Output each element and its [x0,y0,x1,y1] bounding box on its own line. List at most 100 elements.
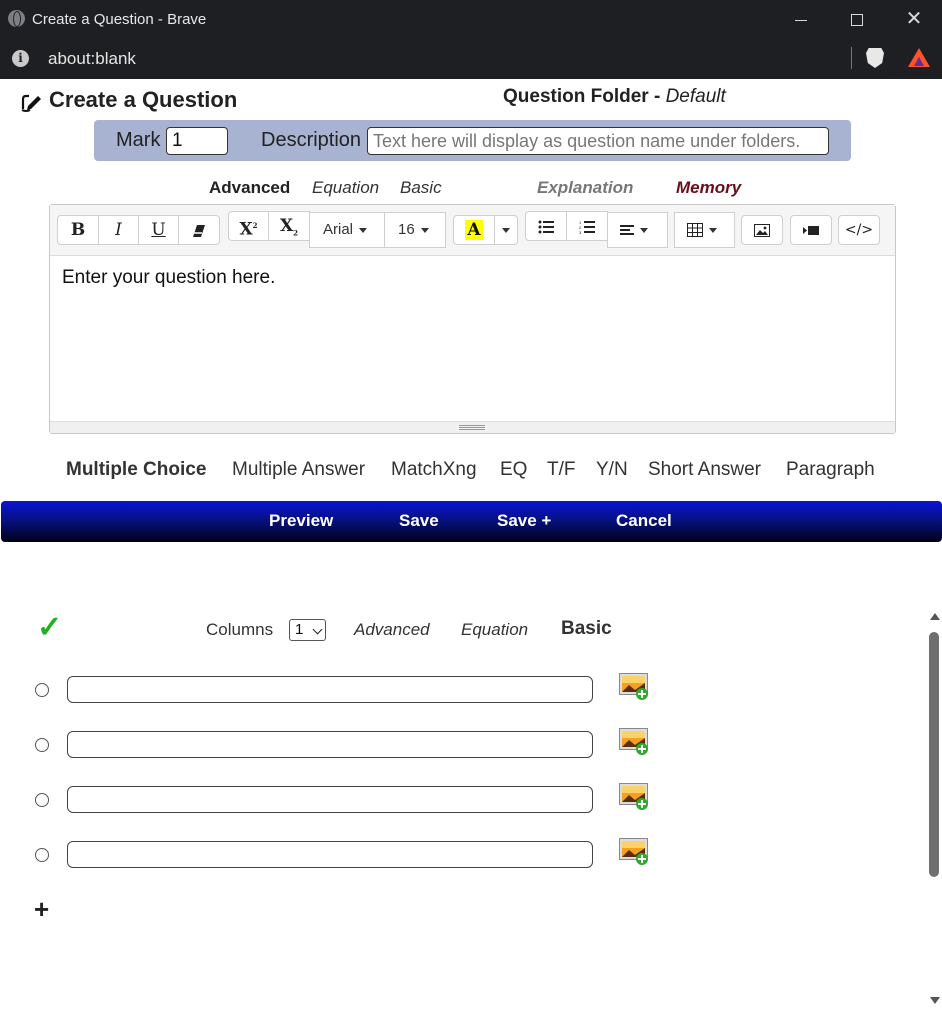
scroll-up-arrow[interactable] [930,613,940,620]
italic-button[interactable]: I [98,215,139,245]
mark-input[interactable] [166,127,228,155]
answer-tab-basic[interactable]: Basic [561,618,612,640]
underline-button[interactable]: U [138,215,179,245]
cancel-button[interactable]: Cancel [616,511,672,531]
answer-tab-equation[interactable]: Equation [461,620,528,640]
resize-grip-icon [459,425,485,430]
list-icon [538,220,554,234]
qtype-short-answer[interactable]: Short Answer [648,459,761,481]
close-window-button[interactable]: ✕ [886,0,942,38]
scrollbar-thumb[interactable] [929,632,939,877]
address-bar: i about:blank [0,38,942,79]
columns-label: Columns [206,620,274,639]
answer-tab-advanced[interactable]: Advanced [354,620,430,640]
url-field[interactable]: about:blank [48,49,136,69]
info-icon[interactable]: i [12,50,29,67]
qtype-matching[interactable]: MatchXng [391,459,477,481]
chevron-down-icon [420,227,429,233]
chevron-down-icon [640,227,648,233]
svg-text:3: 3 [579,230,582,234]
description-input[interactable] [367,127,829,155]
editor-resize-handle[interactable] [50,421,895,433]
answer-radio[interactable] [35,738,49,752]
answer-input[interactable] [67,841,593,868]
save-plus-button[interactable]: Save + [497,511,551,531]
table-icon [687,223,703,238]
tab-advanced[interactable]: Advanced [209,178,290,198]
brave-shields-icon[interactable] [866,48,884,68]
superscript-button[interactable]: X2 [228,211,269,241]
font-size-dropdown[interactable]: 16 [384,212,446,248]
answer-input[interactable] [67,786,593,813]
maximize-button[interactable] [829,0,885,38]
question-editor: B I U X2 X2 Arial 16 A 123 </> Enter you… [49,204,896,434]
answer-row [0,835,700,875]
answer-row [0,780,700,820]
answer-row [0,725,700,765]
mark-label: Mark [116,129,161,151]
browser-titlebar: Create a Question - Brave ✕ [0,0,942,38]
add-image-icon[interactable] [619,728,649,755]
ordered-list-button[interactable]: 123 [566,211,608,241]
answer-radio[interactable] [35,848,49,862]
chevron-down-icon [502,228,510,234]
font-color-button[interactable]: A [453,215,495,245]
qtype-multiple-answer[interactable]: Multiple Answer [232,459,365,481]
folder-value[interactable]: Default [666,86,726,107]
bold-button[interactable]: B [57,215,99,245]
font-color-dropdown[interactable] [494,215,518,245]
image-icon [754,224,770,238]
columns-select[interactable]: 1 [289,619,326,641]
qtype-multiple-choice[interactable]: Multiple Choice [66,459,206,481]
align-dropdown[interactable] [607,212,668,248]
description-label: Description [261,129,362,151]
page-content: Create a Question Question Folder - Defa… [0,79,942,1012]
chevron-down-icon [709,227,717,233]
insert-image-button[interactable] [741,215,783,245]
video-icon [803,226,819,236]
add-answer-button[interactable]: + [34,894,49,925]
qtype-eq[interactable]: EQ [500,459,527,481]
qtype-paragraph[interactable]: Paragraph [786,459,875,481]
answer-input[interactable] [67,731,593,758]
tab-basic[interactable]: Basic [400,178,442,198]
align-left-icon [620,225,634,236]
add-image-icon[interactable] [619,838,649,865]
font-size-value: 16 [398,221,415,238]
font-family-dropdown[interactable]: Arial [309,212,385,248]
editor-content[interactable]: Enter your question here. [62,267,275,289]
chevron-down-icon [312,624,323,635]
window-title: Create a Question - Brave [32,11,207,28]
action-bar: Preview Save Save + Cancel [1,501,942,542]
tab-memory[interactable]: Memory [676,178,741,198]
brave-rewards-icon[interactable] [908,48,930,67]
tab-equation[interactable]: Equation [312,178,379,198]
add-image-icon[interactable] [619,783,649,810]
mark-description-bar: Mark Description [94,120,851,161]
checkmark-icon: ✓ [37,611,63,644]
editor-toolbar: B I U X2 X2 Arial 16 A 123 </> [50,205,895,256]
qtype-true-false[interactable]: T/F [547,459,576,481]
font-color-label: A [465,220,483,240]
add-image-icon[interactable] [619,673,649,700]
answer-input[interactable] [67,676,593,703]
folder-label: Question Folder - [503,86,666,107]
eraser-button[interactable] [178,215,220,245]
answer-radio[interactable] [35,683,49,697]
unordered-list-button[interactable] [525,211,567,241]
answer-radio[interactable] [35,793,49,807]
code-view-button[interactable]: </> [838,215,880,245]
preview-button[interactable]: Preview [269,511,333,531]
numbered-list-icon: 123 [579,220,595,235]
save-button[interactable]: Save [399,511,439,531]
scroll-down-arrow[interactable] [930,997,940,1004]
qtype-yes-no[interactable]: Y/N [596,459,628,481]
table-dropdown[interactable] [674,212,735,248]
tab-explanation[interactable]: Explanation [537,178,633,198]
insert-video-button[interactable] [790,215,832,245]
eraser-icon [193,224,205,237]
minimize-button[interactable] [773,0,829,38]
subscript-button[interactable]: X2 [268,211,310,241]
globe-icon [8,10,25,27]
chevron-down-icon [359,227,368,233]
